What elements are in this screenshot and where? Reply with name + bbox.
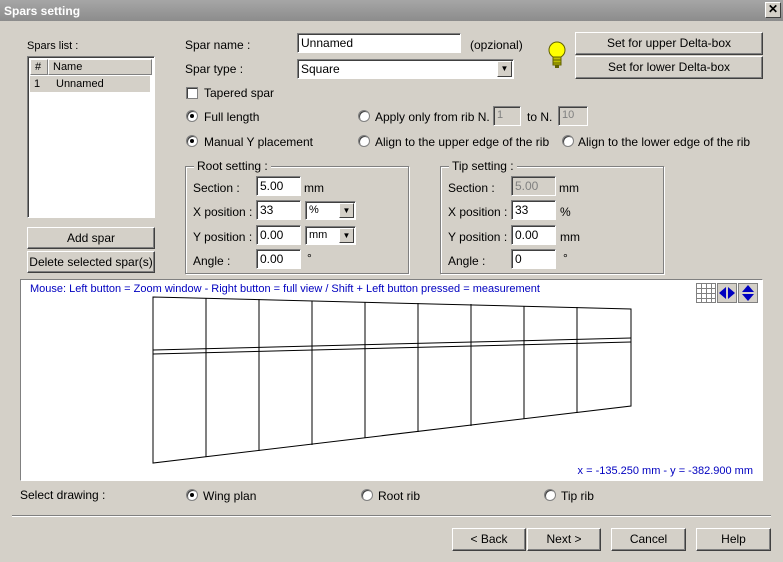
root-section-label: Section : bbox=[193, 181, 240, 195]
from-rib-input[interactable]: 1 bbox=[493, 106, 521, 126]
tip-angle-unit: ° bbox=[563, 251, 568, 265]
root-x-unit: % bbox=[309, 204, 319, 216]
tapered-spar-checkbox[interactable] bbox=[186, 87, 198, 99]
align-upper-radio[interactable] bbox=[358, 135, 370, 147]
tip-y-input[interactable]: 0.00 bbox=[511, 225, 556, 245]
tip-y-unit: mm bbox=[560, 230, 580, 244]
root-x-input[interactable]: 33 bbox=[256, 200, 301, 220]
align-lower-radio[interactable] bbox=[562, 135, 574, 147]
delete-spars-button[interactable]: Delete selected spar(s) bbox=[27, 251, 155, 273]
help-button[interactable]: Help bbox=[696, 528, 771, 551]
tip-section-input[interactable]: 5.00 bbox=[511, 176, 556, 196]
root-angle-unit: ° bbox=[307, 251, 312, 265]
root-section-unit: mm bbox=[304, 181, 324, 195]
chevron-down-icon[interactable]: ▼ bbox=[339, 203, 354, 218]
full-length-label: Full length bbox=[204, 110, 260, 124]
to-rib-label: to N. bbox=[527, 110, 553, 124]
chevron-down-icon[interactable]: ▼ bbox=[497, 61, 512, 77]
apply-only-label: Apply only from rib N. bbox=[375, 110, 490, 124]
wing-plan-radio[interactable] bbox=[186, 489, 198, 501]
close-icon[interactable]: ✕ bbox=[765, 2, 781, 18]
list-item-name: Unnamed bbox=[56, 78, 104, 90]
tip-setting-title: Tip setting : bbox=[449, 159, 517, 173]
spar-type-label: Spar type : bbox=[185, 62, 244, 76]
root-angle-label: Angle : bbox=[193, 254, 231, 268]
root-y-input[interactable]: 0.00 bbox=[256, 225, 301, 245]
tip-x-unit: % bbox=[560, 205, 571, 219]
back-button[interactable]: < Back bbox=[452, 528, 526, 551]
lightbulb-icon bbox=[548, 41, 566, 68]
root-setting-title: Root setting : bbox=[194, 159, 271, 173]
manual-y-label: Manual Y placement bbox=[204, 135, 313, 149]
column-header-number[interactable]: # bbox=[30, 59, 48, 75]
tip-rib-radio[interactable] bbox=[544, 489, 556, 501]
tip-x-label: X position : bbox=[448, 205, 508, 219]
root-y-unit: mm bbox=[309, 229, 328, 241]
root-y-unit-select[interactable]: mm ▼ bbox=[305, 226, 356, 245]
tapered-spar-label: Tapered spar bbox=[204, 86, 275, 100]
tip-x-input[interactable]: 33 bbox=[511, 200, 556, 220]
footer-divider bbox=[12, 515, 771, 517]
spars-list[interactable]: # Name 1 Unnamed bbox=[27, 56, 155, 218]
root-section-input[interactable]: 5.00 bbox=[256, 176, 301, 196]
next-button[interactable]: Next > bbox=[527, 528, 601, 551]
tip-angle-label: Angle : bbox=[448, 254, 486, 268]
full-length-radio[interactable] bbox=[186, 110, 198, 122]
column-header-name[interactable]: Name bbox=[48, 59, 152, 75]
spars-setting-window: Spars setting ✕ Spars list : # Name 1 Un… bbox=[0, 0, 783, 562]
tip-angle-input[interactable]: 0 bbox=[511, 249, 556, 269]
root-angle-input[interactable]: 0.00 bbox=[256, 249, 301, 269]
window-title: Spars setting bbox=[4, 4, 81, 18]
spar-type-value: Square bbox=[301, 62, 340, 76]
wing-plan-drawing bbox=[152, 296, 632, 464]
root-rib-radio[interactable] bbox=[361, 489, 373, 501]
tip-y-label: Y position : bbox=[448, 230, 508, 244]
wing-outline bbox=[152, 296, 632, 464]
apply-only-radio[interactable] bbox=[358, 110, 370, 122]
title-bar: Spars setting ✕ bbox=[0, 0, 783, 21]
manual-y-radio[interactable] bbox=[186, 135, 198, 147]
spar-name-input[interactable]: Unnamed bbox=[297, 33, 461, 53]
root-y-label: Y position : bbox=[193, 230, 253, 244]
cancel-button[interactable]: Cancel bbox=[611, 528, 686, 551]
set-lower-delta-box-button[interactable]: Set for lower Delta-box bbox=[575, 56, 763, 79]
align-upper-label: Align to the upper edge of the rib bbox=[375, 135, 550, 149]
root-x-label: X position : bbox=[193, 205, 253, 219]
tip-rib-label: Tip rib bbox=[561, 489, 594, 503]
optional-label: (opzional) bbox=[470, 38, 523, 52]
add-spar-button[interactable]: Add spar bbox=[27, 227, 155, 249]
set-upper-delta-box-button[interactable]: Set for upper Delta-box bbox=[575, 32, 763, 55]
wing-plan-label: Wing plan bbox=[203, 489, 257, 503]
spar-type-select[interactable]: Square ▼ bbox=[297, 59, 514, 79]
list-item-number: 1 bbox=[34, 78, 41, 90]
root-x-unit-select[interactable]: % ▼ bbox=[305, 201, 356, 220]
align-lower-label: Align to the lower edge of the rib bbox=[578, 135, 751, 149]
to-rib-input[interactable]: 10 bbox=[558, 106, 588, 126]
list-item[interactable]: 1 Unnamed bbox=[30, 76, 150, 92]
root-rib-label: Root rib bbox=[378, 489, 421, 503]
select-drawing-label: Select drawing : bbox=[20, 488, 106, 502]
chevron-down-icon[interactable]: ▼ bbox=[339, 228, 354, 243]
tip-section-label: Section : bbox=[448, 181, 495, 195]
spars-list-label: Spars list : bbox=[27, 40, 79, 52]
spar-name-label: Spar name : bbox=[185, 38, 251, 52]
tip-section-unit: mm bbox=[559, 181, 579, 195]
drawing-canvas[interactable]: Mouse: Left button = Zoom window - Right… bbox=[20, 279, 763, 481]
